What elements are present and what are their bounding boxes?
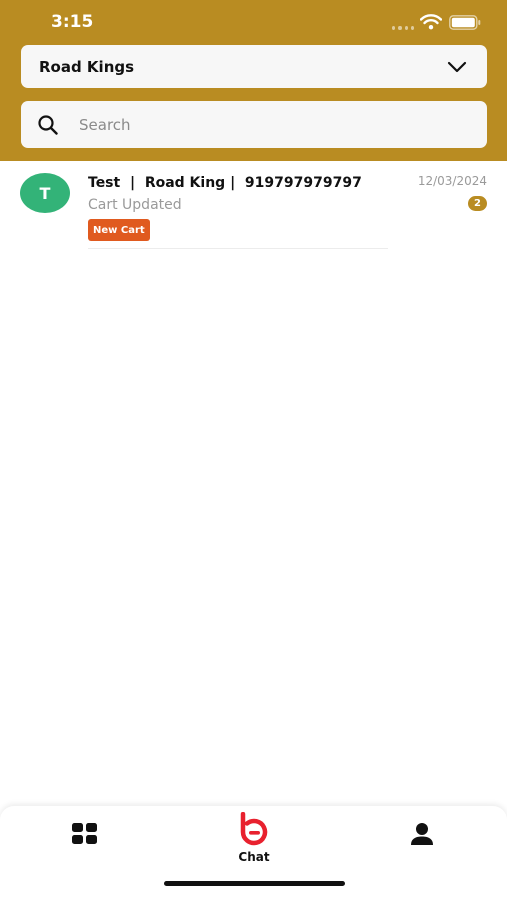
avatar-letter: T: [39, 183, 51, 203]
conversation-list: T Test | Road King | 919797979797 12/03/…: [0, 161, 507, 253]
search-icon: [38, 114, 58, 135]
avatar: T: [20, 173, 70, 213]
conversation-date: 12/03/2024: [417, 174, 487, 188]
conversation-item[interactable]: T Test | Road King | 919797979797 12/03/…: [0, 161, 507, 253]
header: 3:15 Road Kings: [0, 0, 507, 161]
wifi-icon: [420, 14, 442, 30]
store-dropdown-value: Road Kings: [39, 57, 135, 76]
conversation-subtitle: Cart Updated: [88, 197, 182, 213]
nav-chat-label: Chat: [238, 850, 270, 864]
search-input[interactable]: [79, 115, 459, 134]
status-tag: New Cart: [88, 219, 150, 241]
search-bar: [21, 101, 487, 148]
nav-chat-tab[interactable]: Chat: [230, 812, 278, 864]
grid-icon[interactable]: [72, 823, 98, 845]
unread-badge: 2: [468, 196, 487, 211]
profile-icon[interactable]: [410, 822, 434, 846]
home-indicator: [164, 881, 345, 886]
chat-logo-icon: [240, 812, 268, 846]
battery-icon: [449, 15, 481, 30]
screen: 3:15 Road Kings Search T Test | Road Kin…: [0, 0, 507, 900]
signal-icon: [392, 26, 414, 30]
chevron-down-icon: [447, 61, 467, 72]
status-bar: 3:15: [0, 0, 507, 46]
conversation-title: Test | Road King | 919797979797: [88, 175, 362, 191]
store-dropdown[interactable]: Road Kings: [21, 45, 487, 88]
status-time: 3:15: [51, 12, 94, 32]
divider: [88, 248, 388, 249]
